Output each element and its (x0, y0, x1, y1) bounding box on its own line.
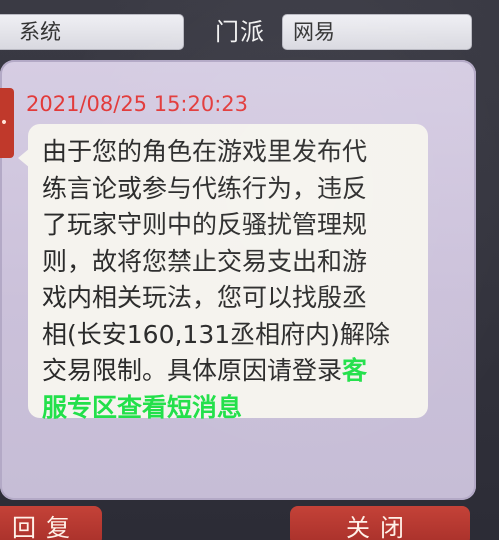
message-window: 系统 门派 网易 • 2021/08/25 15:20:23 由于您的角色在游戏… (0, 0, 499, 540)
support-zone-link-continued[interactable]: 服专区查看短消息 (42, 393, 242, 422)
message-line-link-continued: 服专区查看短消息 (42, 390, 422, 427)
message-line: 练言论或参与代练行为，违反 (42, 173, 368, 203)
message-line: 由于您的角色在游戏里发布代 (42, 137, 368, 166)
message-line: 相(长安160,131丞相府内)解除 (42, 319, 390, 349)
message-timestamp: 2021/08/25 15:20:23 (26, 92, 249, 116)
close-button[interactable]: 关闭 (290, 506, 470, 540)
sender-avatar-icon: • (0, 88, 14, 158)
message-line: 则，故将您禁止交易支出和游 (42, 246, 368, 276)
message-text: 由于您的角色在游戏里发布代 练言论或参与代练行为，违反 了玩家守则中的反骚扰管理… (42, 134, 422, 426)
message-line: 交易限制。具体原因请登录 (42, 356, 343, 385)
faction-value: 网易 (293, 20, 335, 44)
message-line: 了玩家守则中的反骚扰管理规 (42, 210, 368, 239)
channel-value: 系统 (19, 20, 61, 44)
reply-button[interactable]: 回复 (0, 506, 102, 540)
message-line-with-link: 交易限制。具体原因请登录客 (42, 353, 422, 390)
support-zone-link[interactable]: 客 (342, 356, 367, 385)
message-line: 戏内相关玩法，您可以找殷丞 (42, 283, 368, 312)
channel-field[interactable]: 系统 (0, 14, 184, 50)
faction-label: 门派 (215, 18, 265, 46)
faction-field[interactable]: 网易 (282, 14, 472, 50)
